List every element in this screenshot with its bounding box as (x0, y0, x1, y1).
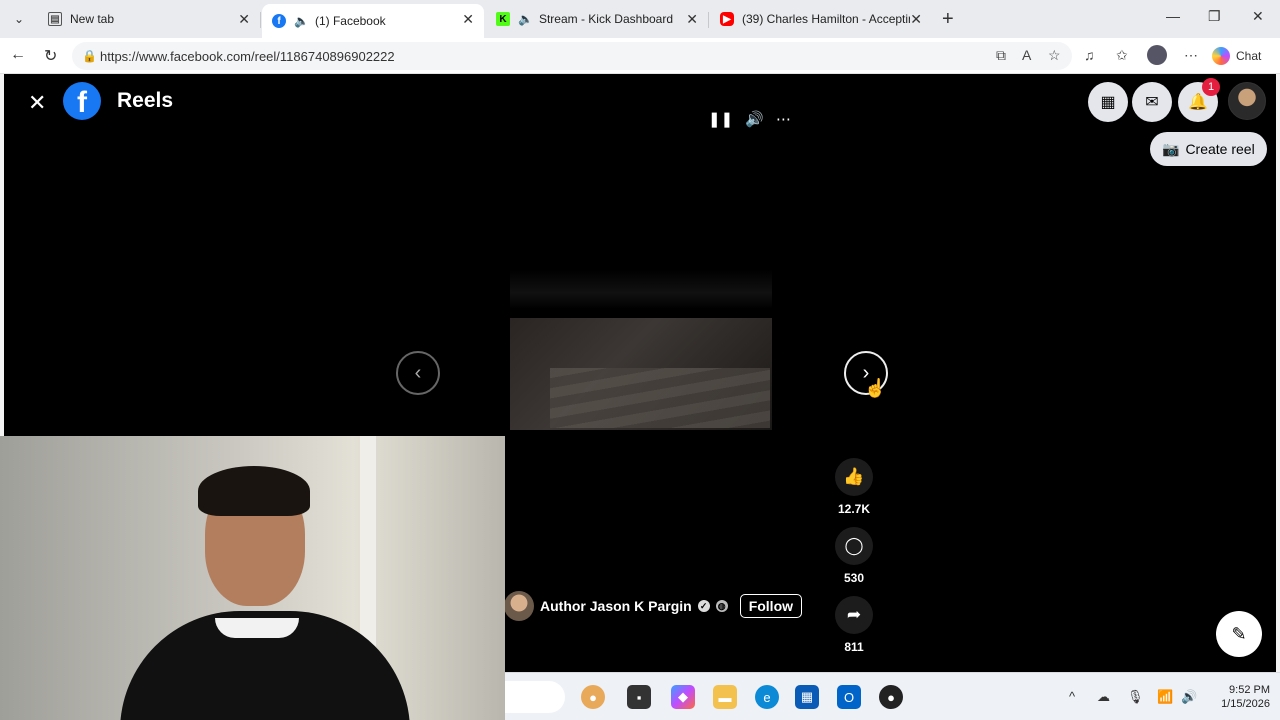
tab-title: (39) Charles Hamilton - Accepting (742, 12, 910, 26)
messenger-icon[interactable]: ✉ (1132, 82, 1172, 122)
chevron-left-icon: ‹ (414, 361, 422, 384)
favorite-star-icon[interactable]: ☆ (1048, 47, 1061, 64)
close-window-icon[interactable]: ✕ (1252, 8, 1264, 25)
volume-icon[interactable]: 🔊 (745, 110, 764, 128)
outlook-icon[interactable]: O (837, 685, 861, 709)
tab-kick-dashboard[interactable]: K 🔈 Stream - Kick Dashboard ✕ (486, 4, 708, 34)
player-controls: ❚❚ 🔊 ⋯ (708, 110, 791, 128)
clock-time: 9:52 PM (1229, 684, 1270, 696)
clock[interactable]: 9:52 PM 1/15/2026 (1210, 683, 1270, 711)
like-count: 12.7K (837, 502, 871, 516)
more-icon[interactable]: ⋯ (776, 110, 791, 128)
address-bar[interactable]: 🔒 https://www.facebook.com/reel/11867408… (72, 42, 1072, 70)
author-avatar[interactable] (504, 591, 534, 621)
video-top-blur (510, 269, 772, 309)
menu-grid-icon[interactable]: ▦ (1088, 82, 1128, 122)
facebook-logo-letter: f (77, 86, 87, 119)
facebook-icon: f (272, 14, 286, 28)
tab-youtube[interactable]: ▶ (39) Charles Hamilton - Accepting ✕ (710, 4, 932, 34)
browser-toolbar: ← ↻ 🔒 https://www.facebook.com/reel/1186… (0, 38, 1280, 74)
share-count: 811 (844, 640, 864, 654)
browser-profile-avatar[interactable] (1147, 45, 1167, 65)
comment-bubble-icon[interactable]: ◯ (835, 527, 873, 565)
previous-reel-button[interactable]: ‹ (396, 351, 440, 395)
back-arrow-icon[interactable]: ← (10, 46, 26, 64)
close-tab-icon[interactable]: ✕ (686, 11, 698, 28)
close-tab-icon[interactable]: ✕ (910, 11, 922, 28)
microphone-icon[interactable]: 🎙 (1127, 689, 1144, 705)
notification-badge: 1 (1202, 78, 1220, 96)
copilot-chat-button[interactable]: Chat (1212, 45, 1261, 67)
share-action[interactable]: ➦ 811 (824, 596, 884, 654)
close-tab-icon[interactable]: ✕ (238, 11, 250, 28)
comment-action[interactable]: ◯ 530 (824, 527, 884, 585)
store-icon[interactable]: ▦ (795, 685, 819, 709)
open-in-app-icon[interactable]: ⧉ (996, 47, 1006, 64)
reel-video[interactable] (510, 318, 772, 430)
facebook-logo[interactable]: f (63, 82, 101, 120)
like-thumb-icon[interactable]: 👍 (835, 458, 873, 496)
restore-window-icon[interactable]: ❐ (1208, 8, 1221, 25)
webcam-person-hair (198, 466, 310, 516)
chat-label: Chat (1236, 49, 1262, 63)
new-tab-button[interactable]: + (942, 8, 954, 31)
verified-badge-icon: ✓ (697, 600, 710, 612)
browser-tab-strip: ⌄ ▤ New tab ✕ f 🔈 (1) Facebook ✕ K 🔈 Str… (0, 0, 1280, 38)
copilot-icon (1212, 47, 1230, 65)
follow-button[interactable]: Follow (739, 594, 803, 618)
read-aloud-icon[interactable]: A (1022, 47, 1031, 63)
mouse-cursor-icon: ☝ (864, 378, 887, 398)
taskbar-search[interactable] (505, 681, 565, 713)
recording-app-icon[interactable]: ● (879, 685, 903, 709)
tab-title: New tab (70, 12, 115, 26)
media-control-icon[interactable]: ♫ (1084, 47, 1095, 63)
kick-icon: K (496, 12, 510, 26)
task-view-icon[interactable]: ▪ (627, 685, 651, 709)
like-action[interactable]: 👍 12.7K (824, 458, 884, 516)
tab-title: Stream - Kick Dashboard (538, 12, 674, 26)
camera-plus-icon: 📷 (1162, 140, 1180, 157)
refresh-icon[interactable]: ↻ (44, 46, 57, 66)
speaker-icon[interactable]: 🔈 (518, 12, 533, 26)
close-icon[interactable]: ✕ (28, 90, 46, 116)
author-name[interactable]: Author Jason K Pargin (540, 598, 692, 614)
edge-browser-icon[interactable]: e (755, 685, 779, 709)
tab-title: (1) Facebook (314, 14, 386, 28)
webcam-person-collar (215, 618, 299, 638)
create-reel-label: Create reel (1185, 141, 1255, 157)
tab-separator (708, 12, 709, 28)
widgets-icon[interactable]: ● (581, 685, 605, 709)
wifi-icon[interactable]: 📶 (1157, 689, 1173, 705)
url-text: https://www.facebook.com/reel/1186740896… (100, 49, 395, 64)
favorites-icon[interactable]: ✩ (1116, 47, 1128, 64)
copilot-app-icon[interactable]: ◆ (671, 685, 695, 709)
new-tab-icon: ▤ (48, 12, 62, 26)
tab-actions-menu-button[interactable]: ⌄ (6, 6, 32, 32)
volume-tray-icon[interactable]: 🔊 (1181, 689, 1197, 705)
tab-new-tab[interactable]: ▤ New tab ✕ (38, 4, 260, 34)
site-info-icon[interactable]: 🔒 (82, 49, 97, 63)
webcam-overlay (0, 436, 505, 720)
onedrive-icon[interactable]: ☁ (1097, 689, 1110, 705)
account-avatar[interactable] (1228, 82, 1266, 120)
close-tab-icon[interactable]: ✕ (462, 11, 474, 28)
page-title: Reels (117, 89, 174, 112)
show-hidden-icons-chevron-icon[interactable]: ^ (1069, 689, 1075, 704)
clock-date: 1/15/2026 (1221, 698, 1270, 710)
globe-icon: ◍ (715, 600, 728, 612)
share-arrow-icon[interactable]: ➦ (835, 596, 873, 634)
tab-separator (260, 12, 261, 28)
tab-facebook[interactable]: f 🔈 (1) Facebook ✕ (262, 4, 484, 38)
windows-taskbar: ● ▪ ◆ ▬ e ▦ O ● ^ ☁ 🎙 📶 🔊 9:52 PM 1/15/2… (505, 672, 1280, 720)
speaker-icon[interactable]: 🔈 (294, 14, 309, 28)
compose-edit-icon[interactable]: ✎ (1216, 611, 1262, 657)
file-explorer-icon[interactable]: ▬ (713, 685, 737, 709)
reel-author: Author Jason K Pargin ✓ ◍ Follow (504, 591, 803, 621)
comment-count: 530 (843, 571, 865, 585)
youtube-icon: ▶ (720, 12, 734, 26)
create-reel-button[interactable]: 📷 Create reel (1150, 132, 1267, 166)
pause-icon[interactable]: ❚❚ (708, 110, 733, 128)
more-options-icon[interactable]: ⋯ (1184, 47, 1198, 64)
minimize-window-icon[interactable]: — (1166, 8, 1180, 24)
